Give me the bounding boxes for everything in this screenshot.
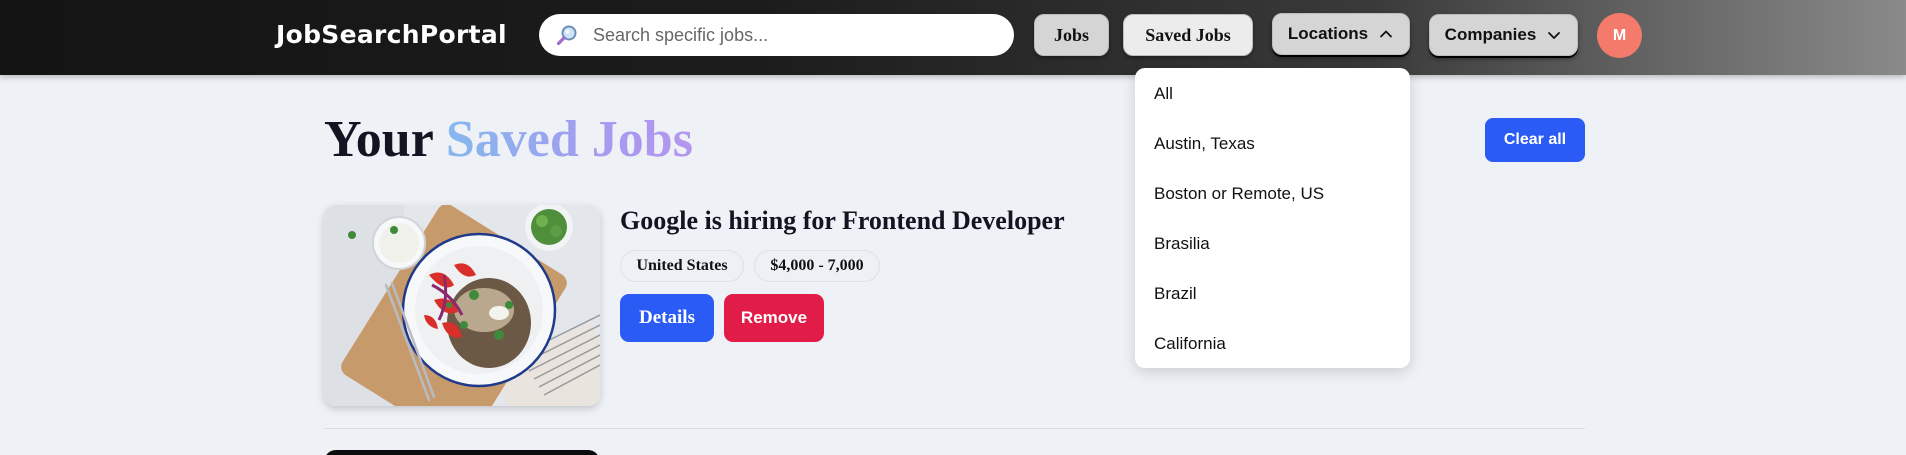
nav-companies-button[interactable]: Companies	[1429, 14, 1578, 56]
next-job-card-image[interactable]	[324, 450, 600, 455]
job-location-tag: United States	[620, 250, 744, 282]
location-option-california[interactable]: California	[1154, 334, 1226, 354]
chevron-up-icon	[1380, 30, 1393, 38]
food-photo-image	[324, 205, 600, 406]
search-bar[interactable]	[539, 14, 1014, 56]
job-title: Google is hiring for Frontend Developer	[620, 206, 1065, 235]
chevron-down-icon	[1548, 32, 1561, 39]
nav-jobs-label: Jobs	[1053, 24, 1089, 45]
search-icon	[555, 23, 579, 47]
page-title: Your Saved Jobs	[324, 110, 693, 169]
nav-locations-button[interactable]: Locations	[1272, 13, 1410, 55]
job-salary-tag: $4,000 - 7,000	[754, 250, 880, 282]
nav-locations-label: Locations	[1287, 24, 1369, 43]
brand-logo[interactable]: JobSearchPortal	[276, 20, 507, 49]
job-card-image[interactable]	[324, 205, 600, 406]
user-avatar[interactable]: M	[1597, 13, 1642, 58]
details-button[interactable]: Details	[620, 294, 714, 342]
location-option-all[interactable]: All	[1154, 84, 1173, 104]
page-title-prefix: Your	[324, 111, 433, 168]
location-option-boston-or-remote[interactable]: Boston or Remote, US	[1154, 184, 1324, 204]
clear-all-button[interactable]: Clear all	[1485, 118, 1585, 162]
location-option-austin-texas[interactable]: Austin, Texas	[1154, 134, 1255, 154]
location-option-brazil[interactable]: Brazil	[1154, 284, 1197, 304]
page-title-accent: Saved Jobs	[445, 111, 693, 168]
remove-button[interactable]: Remove	[724, 294, 824, 342]
nav-jobs-button[interactable]: Jobs	[1034, 14, 1109, 56]
nav-saved-jobs-button[interactable]: Saved Jobs	[1123, 14, 1253, 56]
nav-companies-label: Companies	[1444, 25, 1537, 44]
location-option-brasilia[interactable]: Brasilia	[1154, 234, 1210, 254]
top-navbar: JobSearchPortal Jobs Saved Jobs Location…	[0, 0, 1906, 75]
search-input[interactable]	[593, 24, 993, 46]
card-divider	[324, 428, 1585, 429]
nav-saved-jobs-label: Saved Jobs	[1145, 24, 1231, 45]
locations-dropdown-menu: All Austin, Texas Boston or Remote, US B…	[1135, 68, 1410, 368]
